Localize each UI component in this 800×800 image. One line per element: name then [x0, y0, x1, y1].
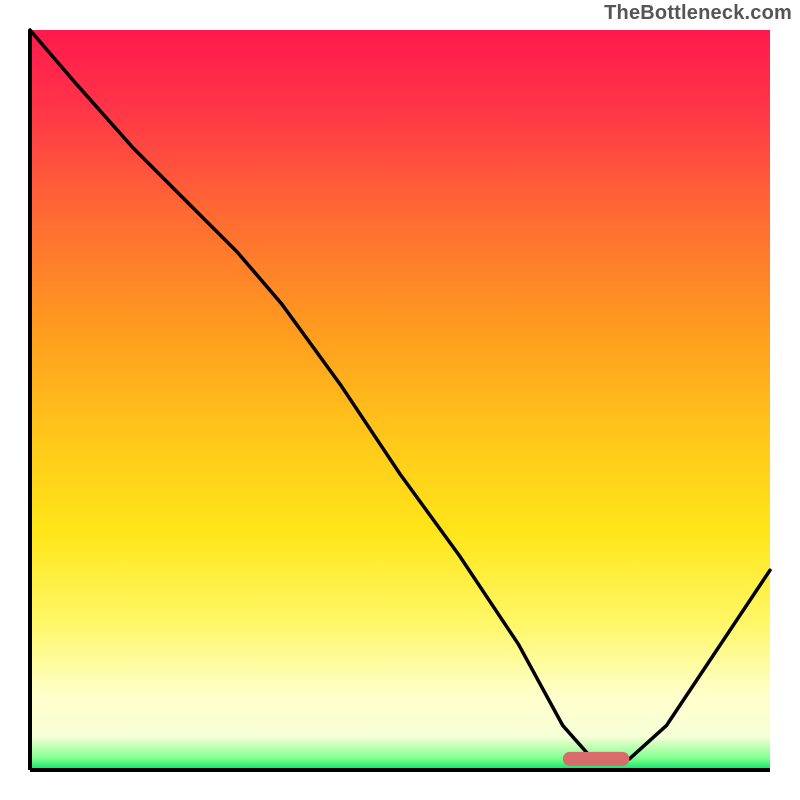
- attribution-label: TheBottleneck.com: [604, 2, 792, 25]
- bottleneck-chart: TheBottleneck.com: [0, 0, 800, 800]
- chart-canvas: [0, 0, 800, 800]
- plot-background: [30, 30, 770, 770]
- optimal-range-marker: [563, 752, 630, 766]
